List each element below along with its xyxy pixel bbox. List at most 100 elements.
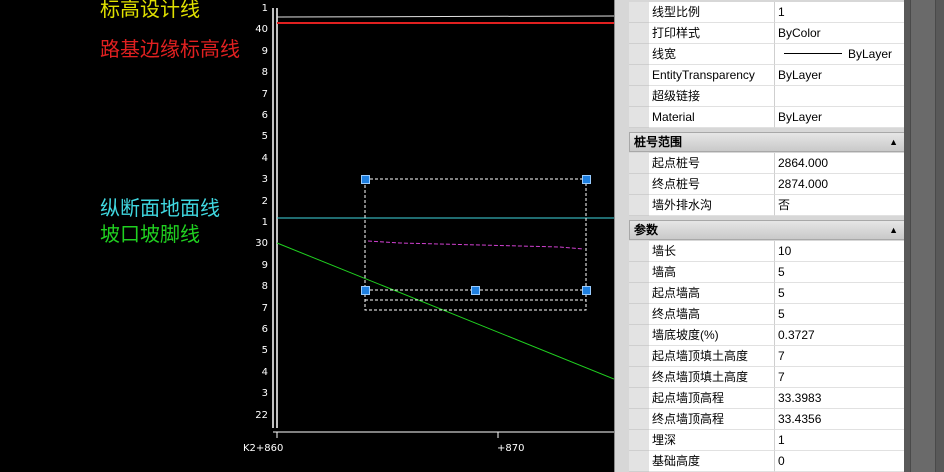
property-value[interactable]: 7	[775, 346, 909, 367]
row-gutter	[629, 367, 649, 388]
row-gutter	[629, 195, 649, 216]
design-elevation-line	[276, 15, 614, 18]
property-row[interactable]: 线型比例 1	[629, 2, 909, 23]
property-name: 埋深	[649, 430, 775, 451]
property-value[interactable]: 5	[775, 304, 909, 325]
property-row[interactable]: 终点墙高 5	[629, 304, 909, 325]
property-value[interactable]: ByLayer	[775, 65, 909, 86]
property-row[interactable]: 起点墙高 5	[629, 283, 909, 304]
property-value[interactable]: 0	[775, 451, 909, 472]
property-row[interactable]: Material ByLayer	[629, 107, 909, 128]
property-value[interactable]: ByLayer	[775, 107, 909, 128]
legend-ground-line: 纵断面地面线	[100, 196, 220, 220]
section-station-range-title: 桩号范围	[634, 135, 683, 149]
property-value[interactable]: 2874.000	[775, 174, 909, 195]
property-row[interactable]: 超级链接	[629, 86, 909, 107]
property-value[interactable]: ByColor	[775, 23, 909, 44]
row-gutter	[629, 65, 649, 86]
lineweight-swatch-icon	[784, 53, 842, 55]
section-station-range[interactable]: 桩号范围 ▲	[629, 132, 907, 152]
property-row[interactable]: 线宽 ByLayer	[629, 44, 909, 65]
property-name: 线宽	[649, 44, 775, 65]
property-row[interactable]: 墙高 5	[629, 262, 909, 283]
property-name: 起点桩号	[649, 153, 775, 174]
scrollbar-track[interactable]	[910, 0, 936, 472]
property-value[interactable]: 1	[775, 430, 909, 451]
property-value[interactable]: 33.3983	[775, 388, 909, 409]
row-gutter	[629, 44, 649, 65]
collapse-arrow-icon[interactable]: ▲	[889, 221, 898, 239]
property-row[interactable]: 墙长 10	[629, 241, 909, 262]
section-parameters[interactable]: 参数 ▲	[629, 220, 907, 240]
property-value[interactable]: 否	[775, 195, 909, 216]
property-value[interactable]	[775, 86, 909, 107]
row-gutter	[629, 262, 649, 283]
property-value[interactable]: 0.3727	[775, 325, 909, 346]
row-gutter	[629, 304, 649, 325]
legend-design-elevation: 标高设计线	[100, 0, 200, 21]
property-value[interactable]: 10	[775, 241, 909, 262]
property-name: 终点墙顶填土高度	[649, 367, 775, 388]
palette-scrollbar[interactable]	[904, 0, 944, 472]
row-gutter	[629, 325, 649, 346]
property-name: 起点墙顶高程	[649, 388, 775, 409]
property-name: 墙外排水沟	[649, 195, 775, 216]
row-gutter	[629, 451, 649, 472]
row-gutter	[629, 2, 649, 23]
grip-bottom-mid[interactable]	[471, 286, 480, 295]
property-row[interactable]: EntityTransparency ByLayer	[629, 65, 909, 86]
property-name: 墙高	[649, 262, 775, 283]
section-parameters-title: 参数	[634, 223, 659, 237]
property-value[interactable]: ByLayer	[775, 44, 909, 65]
row-gutter	[629, 388, 649, 409]
property-value[interactable]: 5	[775, 262, 909, 283]
elevation-tick-label: 4	[261, 366, 268, 378]
grip-top-right[interactable]	[582, 175, 591, 184]
property-name: 墙长	[649, 241, 775, 262]
properties-palette: 线型比例 1 打印样式 ByColor 线宽 ByLayer EntityTranspare…	[614, 0, 909, 472]
property-row[interactable]: 终点桩号 2874.000	[629, 174, 909, 195]
property-value[interactable]: 5	[775, 283, 909, 304]
property-row[interactable]: 起点墙顶填土高度 7	[629, 346, 909, 367]
property-row[interactable]: 基础高度 0	[629, 451, 909, 472]
property-row[interactable]: 打印样式 ByColor	[629, 23, 909, 44]
property-row[interactable]: 墙底坡度(%) 0.3727	[629, 325, 909, 346]
property-name: 超级链接	[649, 86, 775, 107]
slope-toe-line	[276, 242, 614, 380]
property-name: EntityTransparency	[649, 65, 775, 86]
property-row[interactable]: 墙外排水沟否	[629, 195, 909, 216]
elevation-tick-label: 1	[261, 217, 268, 228]
grip-bottom-right[interactable]	[582, 286, 591, 295]
elevation-tick-label: 5	[261, 345, 268, 357]
elevation-tick-label: 9	[261, 259, 268, 271]
property-row[interactable]: 起点桩号 2864.000	[629, 153, 909, 174]
drawing-canvas[interactable]: 标高设计线 路基边缘标高线 纵断面地面线 坡口坡脚线 1 40 9 8 7 6 5 4 3 2 1 3…	[0, 0, 614, 472]
property-value[interactable]: 1	[775, 2, 909, 23]
selection-box	[364, 178, 587, 291]
row-gutter	[629, 174, 649, 195]
station-tick-label: +870	[497, 443, 525, 454]
property-name: 打印样式	[649, 23, 775, 44]
grip-top-left[interactable]	[361, 175, 370, 184]
property-value[interactable]: 7	[775, 367, 909, 388]
row-gutter	[629, 241, 649, 262]
property-row[interactable]: 埋深 1	[629, 430, 909, 451]
collapse-arrow-icon[interactable]: ▲	[889, 133, 898, 151]
property-name: 线型比例	[649, 2, 775, 23]
row-gutter	[629, 153, 649, 174]
wall-top-line	[367, 240, 585, 250]
property-row[interactable]: 起点墙顶高程 33.3983	[629, 388, 909, 409]
elevation-tick-label: 1	[261, 3, 268, 14]
elevation-tick-label: 40	[255, 24, 268, 36]
property-row[interactable]: 终点墙顶高程 33.4356	[629, 409, 909, 430]
property-value[interactable]: 33.4356	[775, 409, 909, 430]
row-gutter	[629, 107, 649, 128]
elevation-tick-label: 7	[261, 88, 268, 100]
elevation-tick-label: 9	[261, 45, 268, 57]
property-value[interactable]: 2864.000	[775, 153, 909, 174]
property-name: 终点墙高	[649, 304, 775, 325]
legend-subgrade-edge: 路基边缘标高线	[100, 37, 240, 61]
grip-bottom-left[interactable]	[361, 286, 370, 295]
property-row[interactable]: 终点墙顶填土高度 7	[629, 367, 909, 388]
lineweight-value: ByLayer	[848, 47, 893, 61]
